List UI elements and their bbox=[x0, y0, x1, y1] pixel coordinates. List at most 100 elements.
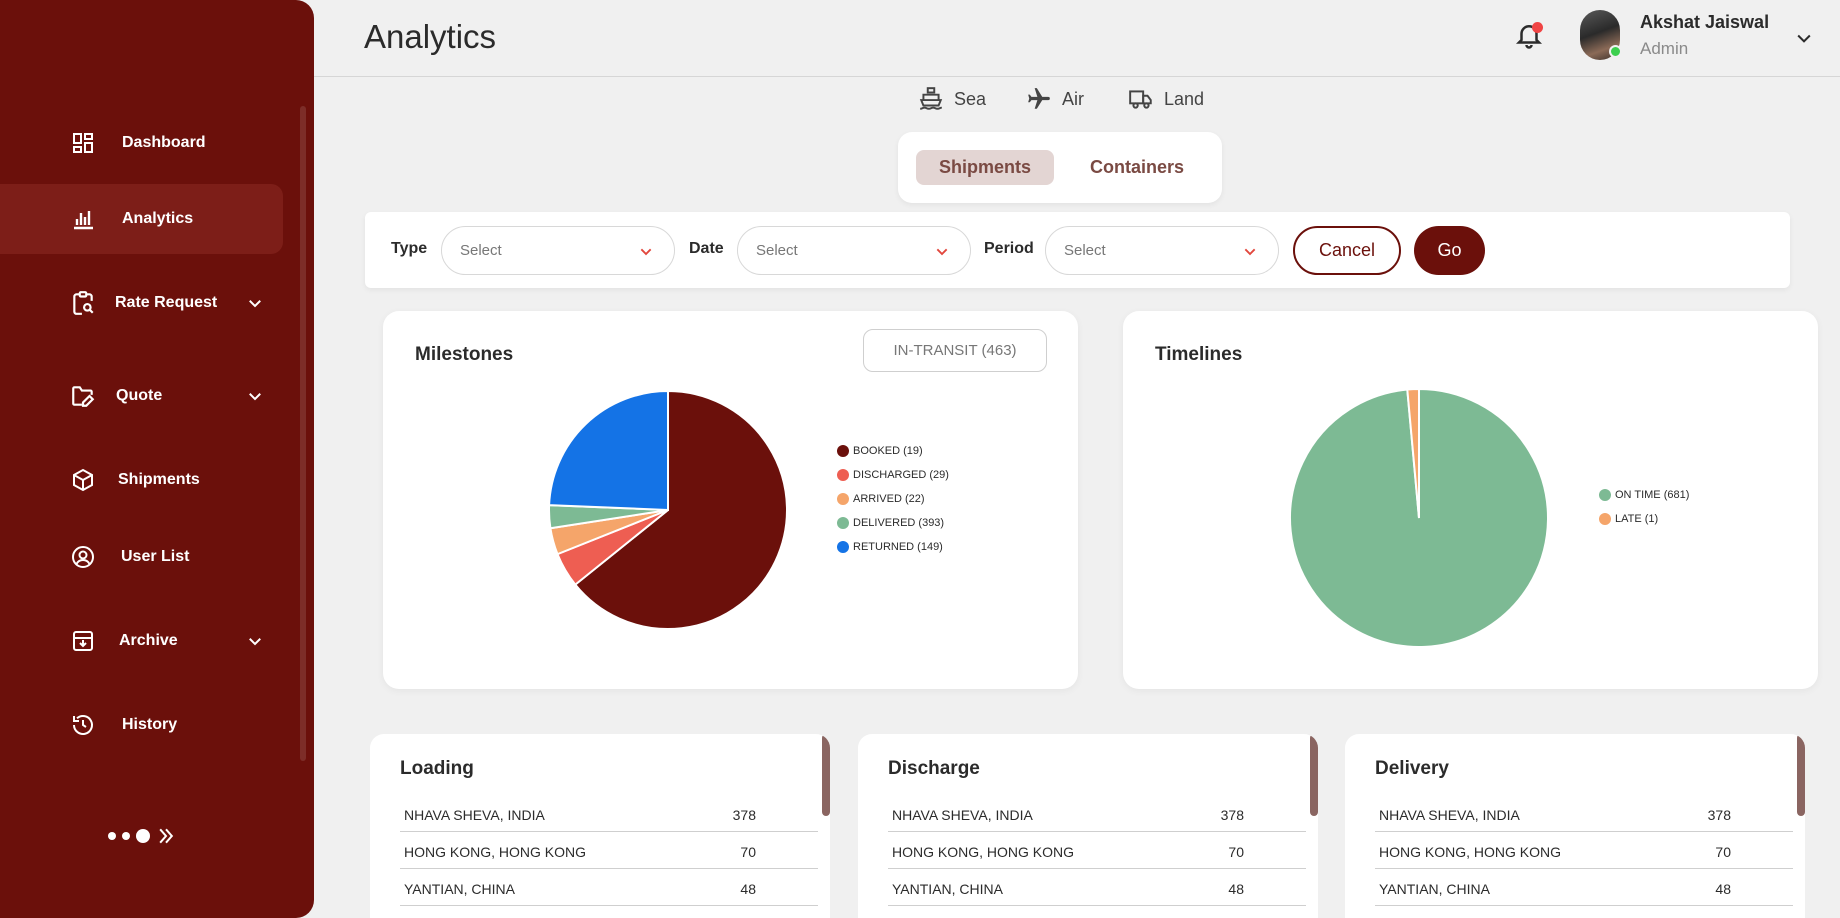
table-row: NHAVA SHEVA, INDIA 378 bbox=[1375, 795, 1793, 832]
truck-icon bbox=[1129, 90, 1152, 109]
mode-tab-air[interactable]: Air bbox=[1026, 86, 1084, 112]
bar-chart-icon bbox=[70, 206, 96, 232]
tab-shipments[interactable]: Shipments bbox=[916, 150, 1055, 185]
timelines-card: Timelines ON TIME (681) LATE (1) bbox=[1123, 311, 1818, 689]
location-cell: HONG KONG, HONG KONG bbox=[1379, 844, 1562, 860]
timelines-legend: ON TIME (681) LATE (1) bbox=[1599, 483, 1689, 531]
legend-swatch bbox=[837, 445, 849, 457]
filter-bar: Type Select Date Select Period Select Ca… bbox=[365, 212, 1790, 288]
chevron-down-icon bbox=[640, 248, 652, 256]
mode-tab-land[interactable]: Land bbox=[1128, 86, 1204, 112]
count-cell: 70 bbox=[740, 844, 756, 860]
delivery-title: Delivery bbox=[1375, 758, 1449, 779]
go-button[interactable]: Go bbox=[1414, 226, 1485, 275]
sidebar-item-user-list[interactable]: User List bbox=[0, 522, 283, 592]
box-icon bbox=[70, 467, 96, 493]
legend-swatch bbox=[837, 541, 849, 553]
archive-icon bbox=[70, 628, 96, 654]
mode-tab-sea[interactable]: Sea bbox=[918, 86, 986, 112]
chevron-down-icon[interactable] bbox=[246, 632, 264, 650]
sidebar-item-shipments[interactable]: Shipments bbox=[0, 445, 283, 515]
sidebar-item-label: History bbox=[122, 716, 178, 733]
location-cell: HONG KONG, HONG KONG bbox=[404, 844, 587, 860]
table-row: HONG KONG, HONG KONG 70 bbox=[888, 832, 1306, 869]
sidebar-item-label: User List bbox=[121, 548, 190, 565]
legend-item[interactable]: DISCHARGED (29) bbox=[837, 463, 949, 487]
sidebar-item-label: Archive bbox=[119, 632, 178, 649]
legend-swatch bbox=[1599, 513, 1611, 525]
milestones-pie-chart bbox=[548, 389, 788, 630]
table-row: YANTIAN, CHINA 48 bbox=[1375, 869, 1793, 906]
chevron-down-icon[interactable] bbox=[1794, 28, 1814, 48]
sidebar-item-history[interactable]: History bbox=[0, 690, 283, 760]
table-scrollbar[interactable] bbox=[822, 734, 830, 816]
discharge-table-card: Discharge NHAVA SHEVA, INDIA 378 HONG KON… bbox=[858, 734, 1318, 918]
legend-swatch bbox=[837, 493, 849, 505]
legend-item[interactable]: BOOKED (19) bbox=[837, 439, 949, 463]
ship-icon bbox=[919, 87, 943, 110]
date-select[interactable]: Select bbox=[737, 226, 971, 275]
user-role: Admin bbox=[1640, 39, 1689, 58]
notifications-button[interactable] bbox=[1514, 20, 1544, 50]
sidebar: Dashboard Analytics Rate Request Quote S… bbox=[0, 0, 314, 918]
history-icon bbox=[70, 712, 96, 738]
table-scrollbar[interactable] bbox=[1310, 734, 1318, 816]
sidebar-item-rate-request[interactable]: Rate Request bbox=[0, 268, 283, 338]
table-row: HONG KONG, HONG KONG 70 bbox=[400, 832, 818, 869]
sidebar-item-label: Rate Request bbox=[115, 294, 218, 311]
sidebar-item-quote[interactable]: Quote bbox=[0, 361, 283, 431]
location-cell: YANTIAN, CHINA bbox=[404, 881, 515, 897]
legend-item[interactable]: RETURNED (149) bbox=[837, 535, 949, 559]
sidebar-item-label: Analytics bbox=[122, 210, 194, 227]
sidebar-item-analytics[interactable]: Analytics bbox=[0, 184, 283, 254]
sidebar-item-label: Quote bbox=[116, 387, 163, 404]
table-row: NHAVA SHEVA, INDIA 378 bbox=[888, 795, 1306, 832]
count-cell: 378 bbox=[732, 807, 756, 823]
legend-label: DISCHARGED (29) bbox=[853, 469, 949, 481]
clipboard-search-icon bbox=[70, 290, 96, 316]
table-row: HONG KONG, HONG KONG 70 bbox=[1375, 832, 1793, 869]
date-label: Date bbox=[689, 240, 724, 257]
sidebar-item-dashboard[interactable]: Dashboard bbox=[0, 108, 283, 178]
sidebar-item-archive[interactable]: Archive bbox=[0, 606, 283, 676]
chevron-down-icon[interactable] bbox=[246, 294, 264, 312]
type-select-value: Select bbox=[460, 242, 502, 259]
folder-edit-icon bbox=[70, 383, 96, 409]
table-row: NHAVA SHEVA, INDIA 378 bbox=[400, 795, 818, 832]
legend-label: ARRIVED (22) bbox=[853, 493, 925, 505]
tab-containers[interactable]: Containers bbox=[1067, 150, 1207, 185]
dot-icon bbox=[108, 832, 116, 840]
legend-item[interactable]: ON TIME (681) bbox=[1599, 483, 1689, 507]
milestones-legend: BOOKED (19) DISCHARGED (29) ARRIVED (22) DE… bbox=[837, 439, 949, 559]
user-name: Akshat Jaiswal bbox=[1640, 12, 1770, 32]
count-cell: 48 bbox=[1228, 881, 1244, 897]
count-cell: 48 bbox=[1715, 881, 1731, 897]
legend-swatch bbox=[837, 517, 849, 529]
location-cell: NHAVA SHEVA, INDIA bbox=[892, 807, 1033, 823]
legend-label: ON TIME (681) bbox=[1615, 489, 1690, 501]
period-select[interactable]: Select bbox=[1045, 226, 1279, 275]
legend-item[interactable]: ARRIVED (22) bbox=[837, 487, 949, 511]
cancel-button[interactable]: Cancel bbox=[1293, 226, 1401, 275]
mode-label: Air bbox=[1062, 88, 1084, 109]
notification-badge bbox=[1532, 22, 1543, 33]
legend-swatch bbox=[837, 469, 849, 481]
user-circle-icon bbox=[70, 544, 96, 570]
discharge-title: Discharge bbox=[888, 758, 980, 779]
shipment-type-toggle: Shipments Containers bbox=[898, 132, 1222, 203]
legend-item[interactable]: DELIVERED (393) bbox=[837, 511, 949, 535]
dot-icon bbox=[122, 832, 130, 840]
type-select[interactable]: Select bbox=[441, 226, 675, 275]
chevron-down-icon[interactable] bbox=[246, 387, 264, 405]
sidebar-scrollbar[interactable] bbox=[300, 106, 306, 761]
sidebar-expand-button[interactable] bbox=[108, 826, 176, 846]
table-row: YANTIAN, CHINA 48 bbox=[400, 869, 818, 906]
pie-slice-returned[interactable] bbox=[548, 389, 669, 512]
online-status-dot bbox=[1609, 45, 1622, 58]
milestones-card: Milestones IN-TRANSIT (463) BOOKED (19) D… bbox=[383, 311, 1078, 689]
avatar[interactable] bbox=[1580, 10, 1622, 60]
page-title: Analytics bbox=[364, 18, 497, 55]
legend-item[interactable]: LATE (1) bbox=[1599, 507, 1689, 531]
mode-label: Sea bbox=[954, 88, 987, 109]
table-scrollbar[interactable] bbox=[1797, 734, 1805, 816]
